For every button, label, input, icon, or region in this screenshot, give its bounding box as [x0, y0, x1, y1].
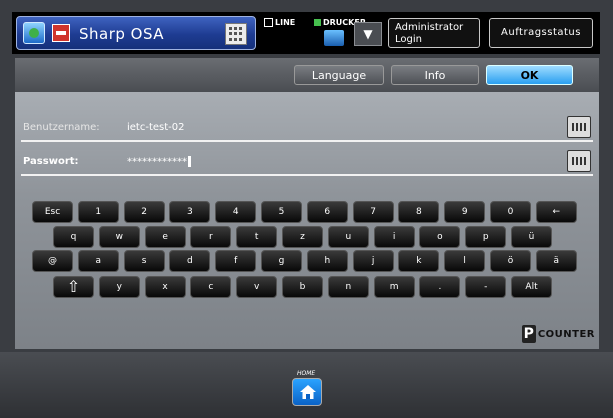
- key-row3-1[interactable]: a: [77, 250, 119, 272]
- password-mask: ************: [127, 156, 187, 168]
- key-row4-7[interactable]: m: [373, 276, 415, 298]
- key-row4-4[interactable]: v: [236, 276, 278, 298]
- key-row1-5[interactable]: 5: [261, 201, 302, 223]
- line-status-label: LINE: [275, 18, 296, 27]
- app-title-area: Sharp OSA: [16, 16, 256, 50]
- key-row3-5[interactable]: g: [261, 250, 302, 272]
- toolbar: Language Info OK: [15, 58, 599, 92]
- printer-icon: [324, 30, 344, 46]
- key-row4-3[interactable]: c: [190, 276, 232, 298]
- key-row4-10[interactable]: Alt: [511, 276, 552, 298]
- key-row3-10[interactable]: ö: [490, 250, 531, 272]
- key-row1-6[interactable]: 6: [306, 201, 348, 223]
- key-row4-1[interactable]: y: [98, 276, 140, 298]
- status-dropdown-button[interactable]: ▼: [354, 22, 382, 46]
- key-row3-0[interactable]: @: [32, 250, 73, 272]
- language-button[interactable]: Language: [294, 65, 384, 85]
- key-row1-10[interactable]: 0: [490, 201, 531, 223]
- pcounter-p-icon: P: [521, 325, 536, 343]
- printer-status-indicator: [314, 19, 321, 26]
- key-row2-6[interactable]: u: [327, 226, 369, 248]
- key-row3-3[interactable]: d: [169, 250, 211, 272]
- key-row2-4[interactable]: t: [236, 226, 278, 248]
- key-row3-8[interactable]: k: [398, 250, 440, 272]
- key-row4-8[interactable]: .: [419, 276, 461, 298]
- admin-login-line2: Login: [395, 34, 422, 45]
- key-row2-0[interactable]: q: [53, 226, 94, 248]
- divider: [21, 140, 593, 142]
- key-row2-2[interactable]: e: [144, 226, 186, 248]
- pcounter-text: COUNTER: [537, 328, 595, 340]
- app-grid-icon[interactable]: [225, 23, 247, 45]
- key-row4-2[interactable]: x: [144, 276, 186, 298]
- key-row4-5[interactable]: b: [282, 276, 323, 298]
- key-row2-9[interactable]: p: [465, 226, 507, 248]
- key-row1-8[interactable]: 8: [398, 201, 440, 223]
- home-label: HOME: [297, 370, 316, 377]
- key-row4-9[interactable]: -: [465, 276, 507, 298]
- key-row2-3[interactable]: r: [190, 226, 232, 248]
- divider: [21, 174, 593, 176]
- key-row2-8[interactable]: o: [419, 226, 461, 248]
- key-row4-0[interactable]: ⇧: [53, 276, 94, 298]
- title-bar: Sharp OSA LINE DRUCKER ▼ Administrator L…: [12, 12, 600, 54]
- key-row1-1[interactable]: 1: [77, 201, 119, 223]
- password-label: Passwort:: [23, 156, 79, 167]
- key-row2-10[interactable]: ü: [511, 226, 552, 248]
- key-row1-11[interactable]: ←: [535, 201, 577, 223]
- username-keyboard-icon[interactable]: [567, 116, 591, 138]
- password-keyboard-icon[interactable]: [567, 150, 591, 172]
- pcounter-logo: P COUNTER: [521, 323, 595, 345]
- line-status-indicator: [264, 18, 273, 27]
- admin-login-line1: Administrator: [395, 22, 464, 33]
- key-row3-11[interactable]: ä: [535, 250, 577, 272]
- ok-button[interactable]: OK: [486, 65, 573, 85]
- key-row1-0[interactable]: Esc: [32, 201, 73, 223]
- key-row3-2[interactable]: s: [123, 250, 165, 272]
- osa-secondary-icon[interactable]: [52, 24, 70, 42]
- home-icon: [300, 385, 316, 399]
- info-button[interactable]: Info: [391, 65, 479, 85]
- key-row4-6[interactable]: n: [327, 276, 369, 298]
- text-cursor: [188, 156, 191, 167]
- key-row1-2[interactable]: 2: [123, 201, 165, 223]
- key-row3-6[interactable]: h: [306, 250, 348, 272]
- key-row3-9[interactable]: l: [444, 250, 486, 272]
- key-row2-1[interactable]: w: [98, 226, 140, 248]
- osa-app-icon[interactable]: [23, 22, 45, 44]
- key-row3-7[interactable]: j: [352, 250, 394, 272]
- login-panel: Benutzername: ietc-test-02 Passwort: ***…: [15, 92, 599, 349]
- username-field[interactable]: ietc-test-02: [127, 122, 185, 133]
- key-row1-7[interactable]: 7: [352, 201, 394, 223]
- key-row2-5[interactable]: z: [282, 226, 323, 248]
- job-status-button[interactable]: Auftragsstatus: [489, 18, 593, 48]
- username-label: Benutzername:: [23, 122, 100, 133]
- home-button[interactable]: [292, 378, 322, 406]
- device-screen: Sharp OSA LINE DRUCKER ▼ Administrator L…: [0, 0, 613, 418]
- key-row3-4[interactable]: f: [215, 250, 257, 272]
- password-field[interactable]: ************: [127, 156, 191, 168]
- key-row1-3[interactable]: 3: [169, 201, 211, 223]
- app-title: Sharp OSA: [79, 25, 165, 43]
- line-status: LINE: [264, 18, 295, 27]
- key-row1-4[interactable]: 4: [215, 201, 257, 223]
- key-row2-7[interactable]: i: [373, 226, 415, 248]
- administrator-login-button[interactable]: Administrator Login: [388, 18, 480, 48]
- key-row1-9[interactable]: 9: [444, 201, 486, 223]
